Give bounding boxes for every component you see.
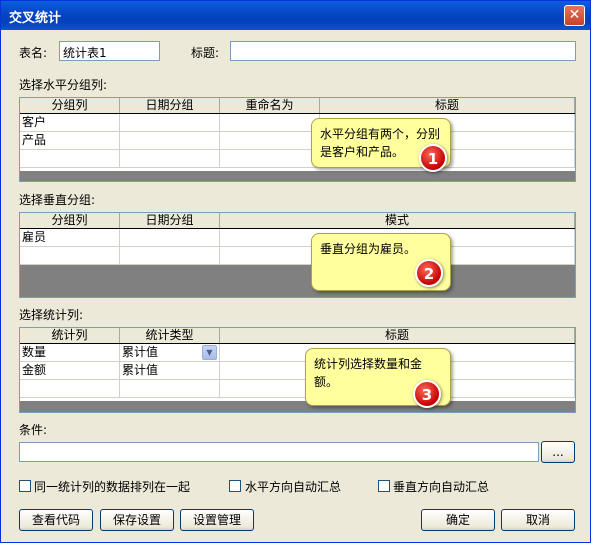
table-row[interactable]: 客户	[20, 114, 575, 132]
step-badge-1: 1	[419, 144, 447, 172]
condition-input[interactable]	[19, 442, 539, 462]
grid-cell[interactable]: 金额	[20, 362, 120, 379]
group-same-stat-checkbox[interactable]	[19, 480, 31, 492]
grid-header: 分组列 日期分组 模式	[20, 213, 575, 229]
table-row[interactable]: 雇员	[20, 229, 575, 247]
close-button[interactable]: ✕	[564, 5, 585, 26]
column-header[interactable]: 重命名为	[220, 98, 320, 113]
stat-type-value: 累计值	[122, 345, 159, 359]
grid-cell[interactable]: 累计值	[120, 362, 220, 379]
v-auto-sum-label: 垂直方向自动汇总	[393, 480, 490, 494]
vertical-group-label: 选择垂直分组:	[19, 193, 96, 207]
h-auto-sum-label: 水平方向自动汇总	[245, 480, 342, 494]
stat-columns-grid[interactable]: 统计列 统计类型 标题 数量 累计值 ▼ 金额 累计值	[19, 327, 576, 413]
table-name-label: 表名:	[19, 46, 48, 60]
view-code-button[interactable]: 查看代码	[19, 509, 93, 531]
column-header[interactable]: 分组列	[20, 213, 120, 228]
v-auto-sum-checkbox[interactable]	[378, 480, 390, 492]
grid-cell[interactable]	[120, 114, 220, 131]
grid-body: 客户 产品	[20, 114, 575, 171]
column-header[interactable]: 标题	[220, 328, 575, 343]
column-header[interactable]: 模式	[220, 213, 575, 228]
grid-cell[interactable]	[220, 132, 320, 149]
grid-header: 分组列 日期分组 重命名为 标题	[20, 98, 575, 114]
grid-cell[interactable]: 产品	[20, 132, 120, 149]
table-row[interactable]	[20, 380, 575, 398]
grid-cell[interactable]	[120, 132, 220, 149]
grid-header: 统计列 统计类型 标题	[20, 328, 575, 344]
table-row[interactable]: 数量 累计值 ▼	[20, 344, 575, 362]
table-row[interactable]: 产品	[20, 132, 575, 150]
column-header[interactable]: 分组列	[20, 98, 120, 113]
title-input[interactable]	[230, 41, 576, 61]
column-header[interactable]: 统计类型	[120, 328, 220, 343]
condition-label: 条件:	[19, 423, 48, 437]
grid-cell[interactable]: 数量	[20, 344, 120, 361]
table-row[interactable]	[20, 150, 575, 168]
title-label: 标题:	[191, 46, 220, 60]
h-auto-sum-checkbox[interactable]	[229, 480, 241, 492]
stat-columns-label: 选择统计列:	[19, 308, 84, 322]
stats-callout-text: 统计列选择数量和金额。	[314, 357, 423, 389]
grid-cell[interactable]: 客户	[20, 114, 120, 131]
step-badge-2: 2	[415, 259, 443, 287]
column-header[interactable]: 统计列	[20, 328, 120, 343]
grid-cell[interactable]	[120, 229, 220, 246]
save-settings-button[interactable]: 保存设置	[100, 509, 174, 531]
condition-browse-button[interactable]: ...	[541, 441, 575, 463]
dialog-body: 表名: 统计表1 标题: 选择水平分组列: 分组列 日期分组 重命名为 标题 客…	[3, 30, 588, 540]
cross-stat-dialog: 交叉统计 ✕ 表名: 统计表1 标题: 选择水平分组列: 分组列 日期分组 重命…	[0, 0, 591, 543]
horizontal-group-grid[interactable]: 分组列 日期分组 重命名为 标题 客户 产品	[19, 97, 576, 182]
window-title: 交叉统计	[9, 11, 62, 26]
column-header[interactable]: 日期分组	[120, 213, 220, 228]
step-badge-3: 3	[413, 380, 441, 408]
table-row[interactable]	[20, 247, 575, 265]
grid-body: 雇员	[20, 229, 575, 265]
table-row[interactable]: 金额 累计值	[20, 362, 575, 380]
group-same-stat-label: 同一统计列的数据排列在一起	[34, 480, 191, 494]
table-name-input[interactable]: 统计表1	[59, 41, 160, 61]
grid-cell[interactable]: 雇员	[20, 229, 120, 246]
manage-settings-button[interactable]: 设置管理	[180, 509, 254, 531]
cancel-button[interactable]: 取消	[501, 509, 575, 531]
ok-button[interactable]: 确定	[421, 509, 495, 531]
vertical-callout-text: 垂直分组为雇员。	[320, 242, 417, 256]
horizontal-group-label: 选择水平分组列:	[19, 78, 108, 92]
column-header[interactable]: 日期分组	[120, 98, 220, 113]
grid-cell[interactable]	[220, 114, 320, 131]
title-bar[interactable]: 交叉统计 ✕	[1, 1, 590, 30]
grid-body: 数量 累计值 ▼ 金额 累计值	[20, 344, 575, 401]
chevron-down-icon[interactable]: ▼	[202, 345, 217, 360]
vertical-group-grid[interactable]: 分组列 日期分组 模式 雇员	[19, 212, 576, 298]
stat-type-select[interactable]: 累计值 ▼	[120, 344, 220, 361]
column-header[interactable]: 标题	[320, 98, 575, 113]
